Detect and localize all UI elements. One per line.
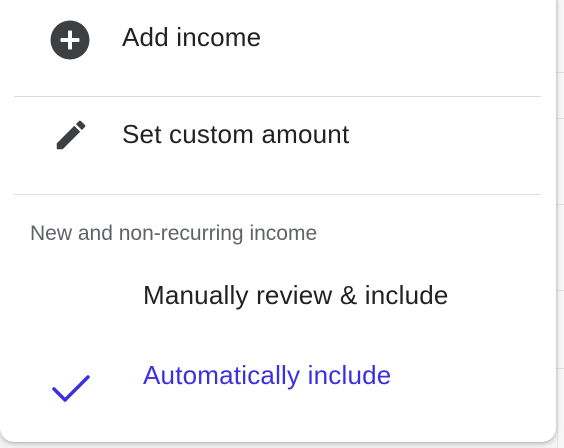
- automatically-include-option[interactable]: Automatically include: [0, 346, 556, 426]
- section-header: New and non-recurring income: [30, 222, 318, 245]
- background-divider: [556, 290, 564, 291]
- automatically-include-label: Automatically include: [143, 360, 392, 390]
- set-custom-amount-menu-item[interactable]: Set custom amount: [0, 98, 556, 182]
- income-options-menu: Add income Set custom amount New and non…: [0, 0, 556, 442]
- add-income-label: Add income: [122, 22, 262, 52]
- menu-divider: [14, 96, 541, 97]
- add-circle-icon: [50, 20, 90, 65]
- checkmark-icon: [52, 374, 90, 409]
- add-income-menu-item[interactable]: Add income: [0, 0, 556, 84]
- background-divider: [556, 368, 564, 369]
- set-custom-amount-label: Set custom amount: [122, 119, 350, 149]
- background-divider: [556, 118, 564, 119]
- manually-review-label: Manually review & include: [143, 280, 449, 310]
- menu-divider: [14, 194, 541, 195]
- pencil-icon: [52, 116, 90, 159]
- background-divider: [556, 204, 564, 205]
- manually-review-option[interactable]: Manually review & include: [0, 266, 556, 346]
- background-edge: [557, 0, 564, 448]
- background-divider: [556, 72, 564, 73]
